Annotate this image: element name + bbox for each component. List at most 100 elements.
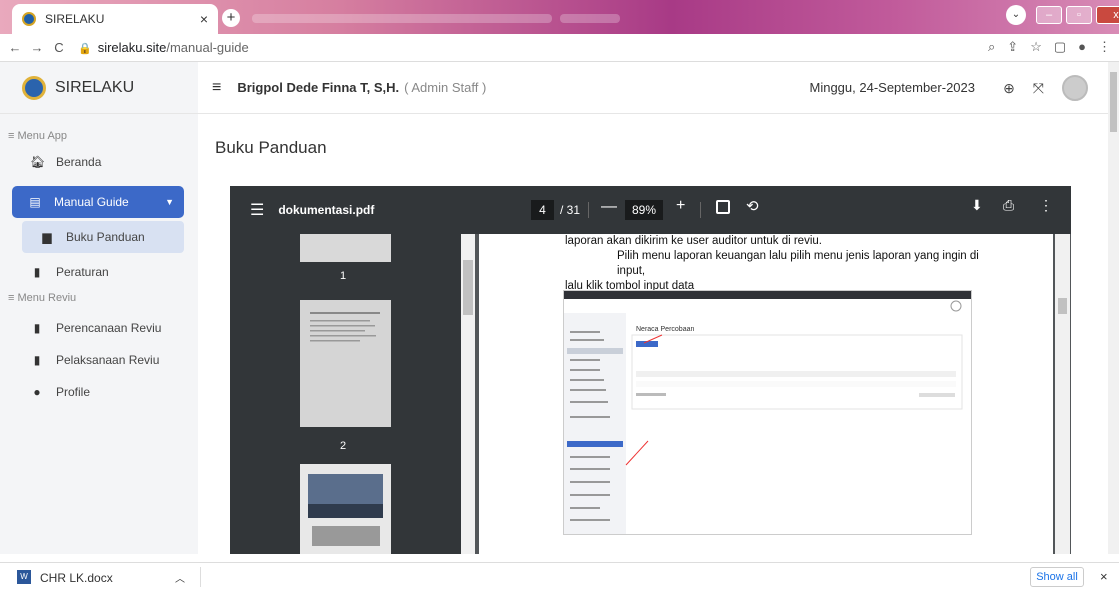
tab-close-icon[interactable]: ×	[200, 11, 208, 27]
thumbnail-scrollbar[interactable]	[461, 234, 475, 554]
maximize-button[interactable]: ▫	[1066, 6, 1092, 24]
url-field[interactable]: 🔒 sirelaku.site/manual-guide	[78, 40, 249, 55]
favicon-icon	[22, 12, 36, 26]
sidebar-header: SIRELAKU	[0, 62, 198, 114]
file-icon: ▮	[33, 353, 41, 367]
sidebar-item-beranda[interactable]: 🏠︎ Beranda	[0, 146, 198, 178]
scroll-thumb[interactable]	[1058, 298, 1067, 314]
sidebar-item-pelaksanaan-reviu[interactable]: ▮ Pelaksanaan Reviu	[0, 344, 198, 376]
pdf-zoom-input[interactable]: 89%	[625, 200, 663, 220]
pdf-scrollbar[interactable]	[1055, 234, 1070, 554]
fit-page-icon[interactable]	[716, 200, 730, 214]
chevron-up-icon[interactable]: ︿	[175, 570, 185, 585]
new-tab-button[interactable]: +	[222, 9, 240, 27]
url-host: sirelaku.site	[97, 40, 167, 55]
browser-tab[interactable]: SIRELAKU ×	[12, 4, 218, 34]
close-download-bar-icon[interactable]: ×	[1100, 569, 1108, 584]
page-scrollbar[interactable]	[1108, 62, 1119, 554]
sidebar-section-app: ≡ Menu App	[8, 130, 68, 142]
embedded-screenshot: Neraca Percobaan	[563, 290, 972, 535]
sidepanel-icon[interactable]: ▢	[1054, 39, 1066, 55]
download-bar: W CHR LK.docx ︿ Show all ×	[0, 562, 1119, 590]
thumbnail-content	[300, 300, 391, 427]
profile-icon[interactable]: ●	[1078, 39, 1086, 55]
bookmark-star-icon[interactable]: ☆	[1030, 39, 1042, 55]
brand-logo-icon	[22, 75, 46, 100]
download-icon[interactable]: ⬇	[971, 197, 983, 214]
zoom-out-icon[interactable]: —	[601, 198, 617, 216]
sidebar: ≡ Menu App 🏠︎ Beranda ▤ Manual Guide ▼ ▆…	[0, 114, 198, 554]
download-divider	[200, 567, 201, 587]
url-path: /manual-guide	[166, 40, 249, 55]
user-avatar[interactable]	[1062, 75, 1088, 101]
thumbnail-label: 2	[340, 440, 347, 452]
toolbar-divider	[700, 202, 701, 218]
pdf-page-total: / 31	[560, 203, 581, 217]
tab-title: SIRELAKU	[45, 12, 105, 26]
forward-icon[interactable]: →	[26, 40, 48, 55]
embedded-screenshot-drawing: Neraca Percobaan	[564, 291, 971, 534]
sidebar-item-label: Manual Guide	[54, 195, 129, 209]
sidebar-item-label: Beranda	[56, 155, 102, 169]
tab-search-icon[interactable]: ⌄	[1006, 5, 1026, 25]
sidebar-item-peraturan[interactable]: ▮ Peraturan	[0, 256, 198, 288]
zoom-in-icon[interactable]: +	[676, 197, 685, 215]
minimize-button[interactable]: –	[1036, 6, 1062, 24]
language-icon[interactable]: ⊕	[1003, 80, 1015, 97]
file-icon: ▮	[33, 321, 41, 335]
blurred-window-title	[560, 14, 620, 23]
print-icon[interactable]: ⎙	[1003, 197, 1014, 214]
word-file-icon: W	[17, 570, 31, 584]
current-date: Minggu, 24-September-2023	[809, 80, 976, 95]
user-role: ( Admin Staff )	[404, 80, 487, 95]
pdf-text-line: Pilih menu laporan keuangan lalu pilih m…	[617, 250, 979, 277]
header-actions: ⊕ ⤧	[1003, 75, 1088, 101]
chevron-down-icon: ▼	[165, 197, 174, 207]
sidebar-item-label: Profile	[56, 385, 91, 399]
scroll-thumb[interactable]	[463, 260, 473, 315]
toolbar-divider	[588, 202, 589, 218]
sidebar-item-perencanaan-reviu[interactable]: ▮ Perencanaan Reviu	[0, 312, 198, 344]
pdf-text-line: laporan akan dikirim ke user auditor unt…	[565, 235, 822, 247]
rotate-icon[interactable]: ⟲	[746, 197, 759, 215]
menu-toggle-icon[interactable]: ≡	[212, 79, 221, 97]
zoom-icon[interactable]: ⌕	[988, 39, 995, 55]
fullscreen-icon[interactable]: ⤧	[1033, 80, 1044, 97]
address-bar: ← → C 🔒 sirelaku.site/manual-guide ⌕ ⇪ ☆ …	[0, 34, 1119, 62]
share-icon[interactable]: ⇪	[1007, 39, 1018, 55]
back-icon[interactable]: ←	[4, 40, 26, 55]
pdf-page-input[interactable]: 4	[531, 200, 554, 220]
pdf-file-name: dokumentasi.pdf	[278, 203, 375, 217]
thumbnail-page-3[interactable]	[300, 464, 391, 554]
home-icon: 🏠︎	[30, 155, 46, 169]
page-title: Buku Panduan	[215, 138, 327, 157]
sidebar-item-profile[interactable]: ● Profile	[0, 376, 198, 408]
sidebar-item-label: Buku Panduan	[66, 230, 145, 244]
scroll-thumb[interactable]	[1110, 72, 1117, 132]
thumbnail-content	[308, 474, 383, 546]
bookmark-icon: ▮	[33, 265, 41, 279]
brand-name[interactable]: SIRELAKU	[55, 79, 134, 97]
sidebar-item-manual-guide[interactable]: ▤ Manual Guide ▼	[12, 186, 184, 218]
download-file-name[interactable]: CHR LK.docx	[40, 571, 113, 585]
user-icon: ●	[33, 385, 41, 399]
sidebar-item-buku-panduan[interactable]: ▆ Buku Panduan	[22, 221, 184, 253]
address-bar-actions: ⌕ ⇪ ☆ ▢ ● ⋮	[988, 39, 1111, 55]
sidebar-item-label: Peraturan	[56, 265, 109, 279]
thumbnail-page-2[interactable]	[300, 300, 391, 427]
svg-text:Neraca Percobaan: Neraca Percobaan	[636, 326, 694, 333]
pdf-page-text: laporan akan dikirim ke user auditor unt…	[565, 234, 1005, 294]
close-window-button[interactable]: x	[1096, 6, 1119, 24]
show-all-button[interactable]: Show all	[1030, 567, 1084, 587]
browser-menu-icon[interactable]: ⋮	[1098, 39, 1111, 55]
pdf-menu-icon[interactable]: ☰	[250, 200, 264, 220]
user-name: Brigpol Dede Finna T, S,H.	[237, 80, 400, 95]
sidebar-item-label: Perencanaan Reviu	[56, 321, 162, 335]
sidebar-item-label: Pelaksanaan Reviu	[56, 353, 160, 367]
sidebar-section-reviu: ≡ Menu Reviu	[8, 292, 77, 304]
blurred-window-title	[252, 14, 552, 23]
reload-icon[interactable]: C	[48, 40, 70, 55]
thumbnail-label: 1	[340, 270, 347, 282]
more-options-icon[interactable]: ⋮	[1039, 197, 1053, 214]
thumbnail-page-1[interactable]	[300, 234, 391, 262]
